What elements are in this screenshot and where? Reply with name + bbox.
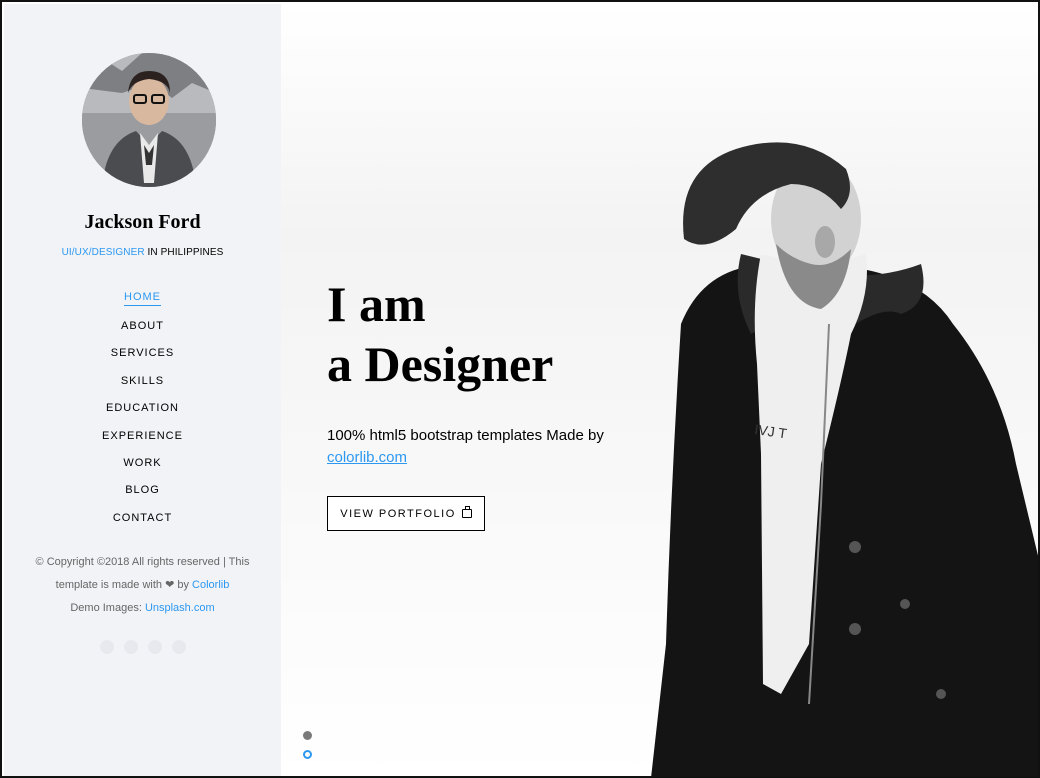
browser-frame: Jackson Ford UI/UX/DESIGNER IN PHILIPPIN… [0, 0, 1040, 778]
demo-images-label: Demo Images: [70, 602, 145, 614]
view-portfolio-label: VIEW PORTFOLIO [340, 507, 456, 520]
profile-name: Jackson Ford [84, 211, 201, 233]
view-portfolio-button[interactable]: VIEW PORTFOLIO [327, 496, 485, 531]
nav-item-contact[interactable]: CONTACT [113, 512, 172, 524]
hero-headline: I am a Designer [327, 274, 553, 394]
nav-item-services[interactable]: SERVICES [111, 347, 174, 359]
profile-tagline: UI/UX/DESIGNER IN PHILIPPINES [4, 247, 281, 258]
nav-item-experience[interactable]: EXPERIENCE [102, 430, 183, 442]
avatar-photo [82, 53, 216, 187]
main-nav: HOME ABOUT SERVICES SKILLS EDUCATION EXP… [4, 285, 281, 532]
facebook-icon[interactable] [99, 640, 114, 654]
twitter-icon[interactable] [123, 640, 138, 654]
nav-item-education[interactable]: EDUCATION [106, 402, 179, 414]
slide-dot-1[interactable] [303, 731, 312, 740]
nav-item-work[interactable]: WORK [123, 457, 161, 469]
nav-item-skills[interactable]: SKILLS [121, 375, 164, 387]
subtext-body: 100% html5 bootstrap templates Made by [327, 427, 604, 444]
nav-item-blog[interactable]: BLOG [125, 484, 160, 496]
profile-location: IN PHILIPPINES [144, 247, 224, 258]
slider-pagination [303, 731, 312, 769]
briefcase-icon [461, 506, 472, 518]
nav-item-about[interactable]: ABOUT [121, 320, 164, 332]
colorlib-link[interactable]: Colorlib [192, 579, 229, 591]
linkedin-icon[interactable] [171, 640, 186, 654]
instagram-icon[interactable] [147, 640, 162, 654]
colorlib-com-link[interactable]: colorlib.com [327, 449, 407, 466]
sidebar-footer: © Copyright ©2018 All rights reserved | … [16, 551, 269, 620]
slide-dot-2[interactable] [303, 750, 312, 759]
profile-role-link[interactable]: UI/UX/DESIGNER [62, 247, 145, 258]
headline-line-1: I am [327, 276, 426, 332]
headline-line-2: a Designer [327, 336, 554, 392]
hero-section: IVJ T I am a Designer 100% html5 bootstra… [281, 4, 1038, 776]
nav-item-home[interactable]: HOME [124, 291, 161, 307]
sidebar: Jackson Ford UI/UX/DESIGNER IN PHILIPPIN… [4, 4, 281, 776]
hero-subtext: 100% html5 bootstrap templates Made by c… [327, 425, 627, 469]
avatar [82, 53, 216, 187]
unsplash-link[interactable]: Unsplash.com [145, 602, 215, 614]
social-links [4, 640, 281, 654]
